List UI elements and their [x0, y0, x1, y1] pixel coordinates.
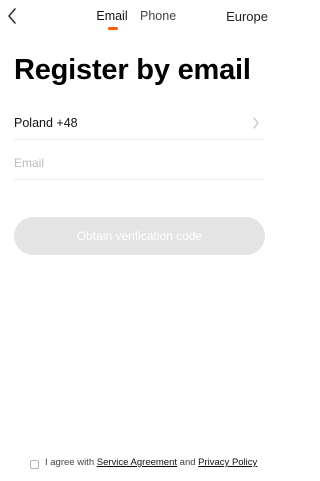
- tab-email[interactable]: Email: [88, 0, 136, 34]
- tab-email-label: Email: [96, 9, 128, 23]
- country-selector[interactable]: Poland +48: [14, 106, 265, 140]
- email-field-container: [14, 146, 265, 180]
- service-agreement-link[interactable]: Service Agreement: [97, 457, 177, 468]
- country-label: Poland +48: [14, 115, 78, 130]
- agreement-checkbox[interactable]: [30, 460, 39, 469]
- chevron-right-icon: [253, 116, 259, 129]
- tab-phone[interactable]: Phone: [140, 0, 176, 34]
- top-bar: Email Phone Europe: [0, 0, 271, 34]
- agreement-prefix: I agree with: [45, 457, 97, 468]
- agreement-row: I agree with Service Agreement and Priva…: [30, 457, 266, 469]
- agreement-text: I agree with Service Agreement and Priva…: [45, 457, 257, 468]
- back-button[interactable]: [2, 4, 22, 28]
- agreement-connector: and: [177, 457, 199, 468]
- region-selector[interactable]: Europe: [226, 9, 268, 24]
- register-screen: Email Phone Europe Register by email Pol…: [0, 0, 271, 481]
- email-input[interactable]: [14, 146, 265, 179]
- tab-phone-label: Phone: [140, 9, 177, 23]
- page-title: Register by email: [14, 54, 251, 86]
- register-method-tabs: Email Phone: [88, 0, 176, 34]
- active-tab-indicator: [108, 27, 118, 30]
- privacy-policy-link[interactable]: Privacy Policy: [198, 457, 257, 468]
- obtain-verification-code-button[interactable]: Obtain verification code: [14, 217, 265, 255]
- chevron-left-icon: [8, 8, 16, 24]
